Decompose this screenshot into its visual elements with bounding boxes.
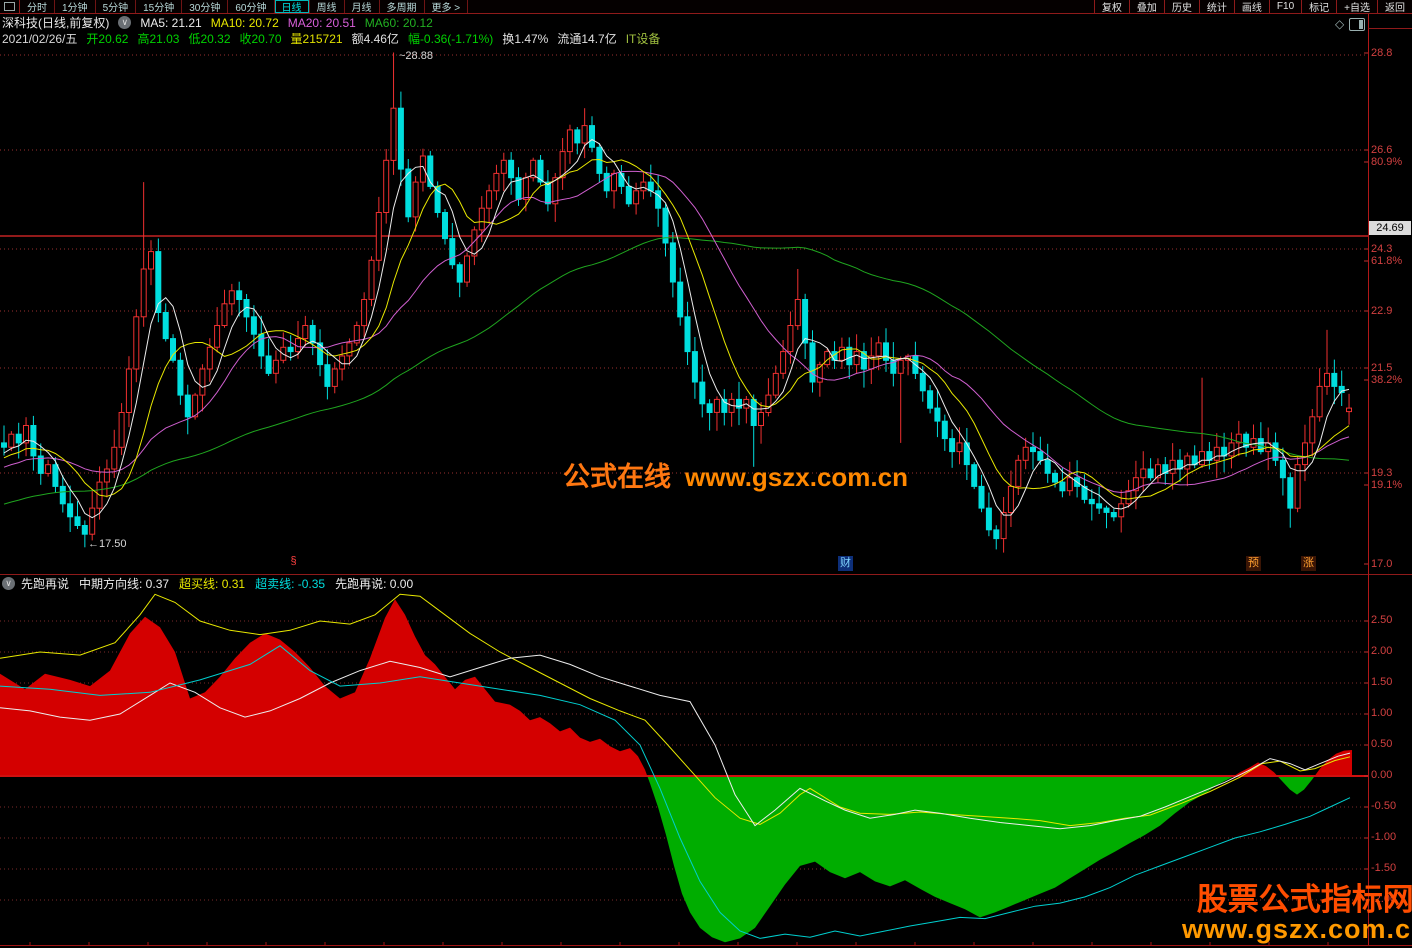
indicator-axis-label: 1.00 xyxy=(1371,708,1392,719)
price-axis-label: 61.8% xyxy=(1371,256,1402,267)
price-axis-label: 19.3 xyxy=(1371,468,1392,479)
event-marker[interactable]: 财 xyxy=(838,556,853,571)
trading-app-window: 分时1分钟5分钟15分钟30分钟60分钟日线周线月线多周期更多 > 复权叠加历史… xyxy=(0,0,1412,948)
indicator-header: ∨ 先跑再说 中期方向线: 0.37 超买线: 0.31 超卖线: -0.35 先跑再… xyxy=(2,575,423,591)
price-axis-label: 21.5 xyxy=(1371,363,1392,374)
event-marker[interactable]: 涨 xyxy=(1301,556,1316,571)
low-price-annotation: ←17.50 xyxy=(88,538,127,550)
event-marker[interactable]: 预 xyxy=(1246,556,1261,571)
drawn-line-price-box[interactable]: 24.69 xyxy=(1369,221,1411,235)
indicator-axis-label: 0.50 xyxy=(1371,739,1392,750)
price-axis-label: 22.9 xyxy=(1371,306,1392,317)
indicator-collapse-icon[interactable]: ∨ xyxy=(2,577,15,590)
indicator-axis-label: 0.00 xyxy=(1371,770,1392,781)
price-axis-label: 28.8 xyxy=(1371,48,1392,59)
indicator-axis-label: 1.50 xyxy=(1371,677,1392,688)
watermark-site-name: 股票公式指标网 xyxy=(1182,884,1412,916)
indicator-axis-label: 2.50 xyxy=(1371,615,1392,626)
watermark-center-title: 公式在线 xyxy=(563,455,671,494)
indicator-axis-label: -0.50 xyxy=(1371,801,1396,812)
indicator-value: 超卖线: -0.35 xyxy=(255,577,325,591)
price-axis-label: 17.0 xyxy=(1371,559,1392,570)
price-axis-label: 38.2% xyxy=(1371,375,1402,386)
price-axis-label: 24.3 xyxy=(1371,244,1392,255)
indicator-axis-label: 2.00 xyxy=(1371,646,1392,657)
watermark-center-url: www.gszx.com.cn xyxy=(685,462,908,493)
indicator-value: 中期方向线: 0.37 xyxy=(79,577,169,591)
indicator-values: 中期方向线: 0.37 超买线: 0.31 超卖线: -0.35 先跑再说: 0.00 xyxy=(79,575,423,592)
watermark-center: 公式在线 www.gszx.com.cn xyxy=(563,455,908,494)
high-price-annotation: ~28.88 xyxy=(399,50,433,62)
watermark-bottom-right: 股票公式指标网 www.gszx.com.cn xyxy=(1182,884,1412,943)
price-axis-label: 80.9% xyxy=(1371,157,1402,168)
event-marker[interactable]: § xyxy=(286,554,301,569)
price-axis-label: 19.1% xyxy=(1371,480,1402,491)
indicator-value: 先跑再说: 0.00 xyxy=(335,577,413,591)
indicator-title[interactable]: 先跑再说 xyxy=(21,575,69,592)
price-axis-label: 26.6 xyxy=(1371,145,1392,156)
indicator-value: 超买线: 0.31 xyxy=(179,577,245,591)
indicator-axis-label: -1.00 xyxy=(1371,832,1396,843)
watermark-site-url: www.gszx.com.cn xyxy=(1182,916,1412,944)
indicator-axis-label: -1.50 xyxy=(1371,863,1396,874)
